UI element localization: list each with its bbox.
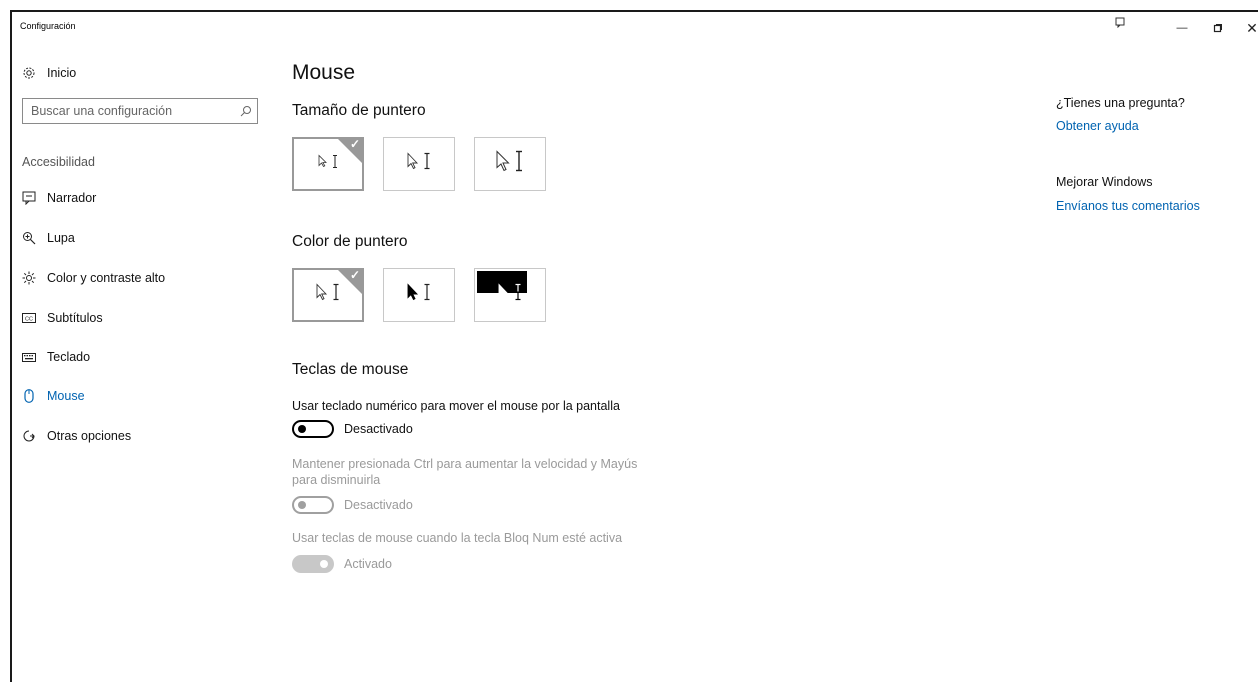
pointer-color-option-black[interactable] (383, 268, 455, 322)
narrator-icon (20, 189, 38, 207)
sidebar-item-label: Narrador (47, 191, 97, 205)
pointer-size-option-large[interactable] (474, 137, 546, 191)
pointer-color-heading: Color de puntero (292, 233, 408, 250)
search-icon[interactable] (235, 100, 257, 122)
numlock-toggle-row: Activado (292, 555, 392, 573)
toggle-state-text: Activado (344, 557, 392, 571)
search-input[interactable] (23, 100, 235, 122)
sidebar-item-captions[interactable]: CC Subtítulos (20, 309, 103, 327)
pointer-size-option-medium[interactable] (383, 137, 455, 191)
sidebar-item-label: Otras opciones (47, 429, 132, 443)
mouse-keys-heading: Teclas de mouse (292, 361, 409, 378)
get-help-link[interactable]: Obtener ayuda (1056, 119, 1139, 133)
mouse-keys-numpad-label: Usar teclado numérico para mover el mous… (292, 399, 620, 413)
sidebar-item-label: Lupa (47, 231, 75, 245)
sidebar-item-label: Mouse (47, 389, 85, 403)
toggle-state-text: Desactivado (344, 498, 413, 512)
sidebar: Inicio Accesibilidad Narrador Lupa C (12, 12, 272, 682)
maximize-button[interactable] (1204, 18, 1232, 38)
ctrl-speed-toggle-row: Desactivado (292, 496, 413, 514)
question-heading: ¿Tienes una pregunta? (1056, 96, 1185, 110)
sidebar-item-home[interactable]: Inicio (20, 64, 76, 82)
other-options-icon (20, 427, 38, 445)
feedback-icon[interactable] (1106, 12, 1134, 32)
sidebar-item-narrator[interactable]: Narrador (20, 189, 96, 207)
pointer-size-option-small[interactable] (292, 137, 364, 191)
svg-text:CC: CC (25, 317, 33, 323)
close-button[interactable]: ✕ (1238, 18, 1258, 38)
sidebar-item-label: Color y contraste alto (47, 271, 166, 285)
pointer-preview-icon (475, 150, 545, 179)
captions-icon: CC (20, 309, 38, 327)
pointer-preview-icon (294, 283, 362, 308)
magnifier-icon (20, 229, 38, 247)
mouse-keys-numpad-toggle[interactable] (292, 420, 334, 438)
search-box (22, 98, 258, 124)
settings-window: Configuración — ✕ Inicio Accesibilidad (10, 10, 1258, 682)
pointer-color-option-white[interactable] (292, 268, 364, 322)
sidebar-item-color-contrast[interactable]: Color y contraste alto (20, 269, 165, 287)
pointer-preview-icon (294, 154, 362, 175)
sidebar-item-keyboard[interactable]: Teclado (20, 348, 90, 366)
pointer-preview-icon (384, 283, 454, 308)
pointer-color-option-inverted[interactable] (474, 268, 546, 322)
send-feedback-link[interactable]: Envíanos tus comentarios (1056, 199, 1200, 213)
sidebar-item-magnifier[interactable]: Lupa (20, 229, 75, 247)
mouse-keys-numpad-toggle-row[interactable]: Desactivado (292, 420, 413, 438)
group-label-accessibility: Accesibilidad (22, 155, 95, 169)
pointer-preview-icon (384, 152, 454, 177)
ctrl-speed-label-line1: Mantener presionada Ctrl para aumentar l… (292, 457, 638, 471)
pointer-size-heading: Tamaño de puntero (292, 102, 426, 119)
improve-windows-heading: Mejorar Windows (1056, 175, 1153, 189)
numlock-toggle (292, 555, 334, 573)
keyboard-icon (20, 348, 38, 366)
ctrl-speed-label-line2: para disminuirla (292, 473, 381, 487)
gear-icon (20, 64, 38, 82)
brightness-icon (20, 269, 38, 287)
sidebar-item-mouse[interactable]: Mouse (20, 387, 85, 405)
mouse-icon (20, 387, 38, 405)
sidebar-item-label: Inicio (47, 66, 77, 80)
ctrl-speed-toggle (292, 496, 334, 514)
page-title: Mouse (292, 61, 356, 84)
numlock-label: Usar teclas de mouse cuando la tecla Blo… (292, 531, 623, 545)
sidebar-item-other-options[interactable]: Otras opciones (20, 427, 131, 445)
toggle-state-text: Desactivado (344, 422, 413, 436)
sidebar-item-label: Teclado (47, 350, 91, 364)
minimize-button[interactable]: — (1168, 18, 1196, 38)
sidebar-item-label: Subtítulos (47, 311, 103, 325)
pointer-preview-icon (475, 283, 545, 308)
